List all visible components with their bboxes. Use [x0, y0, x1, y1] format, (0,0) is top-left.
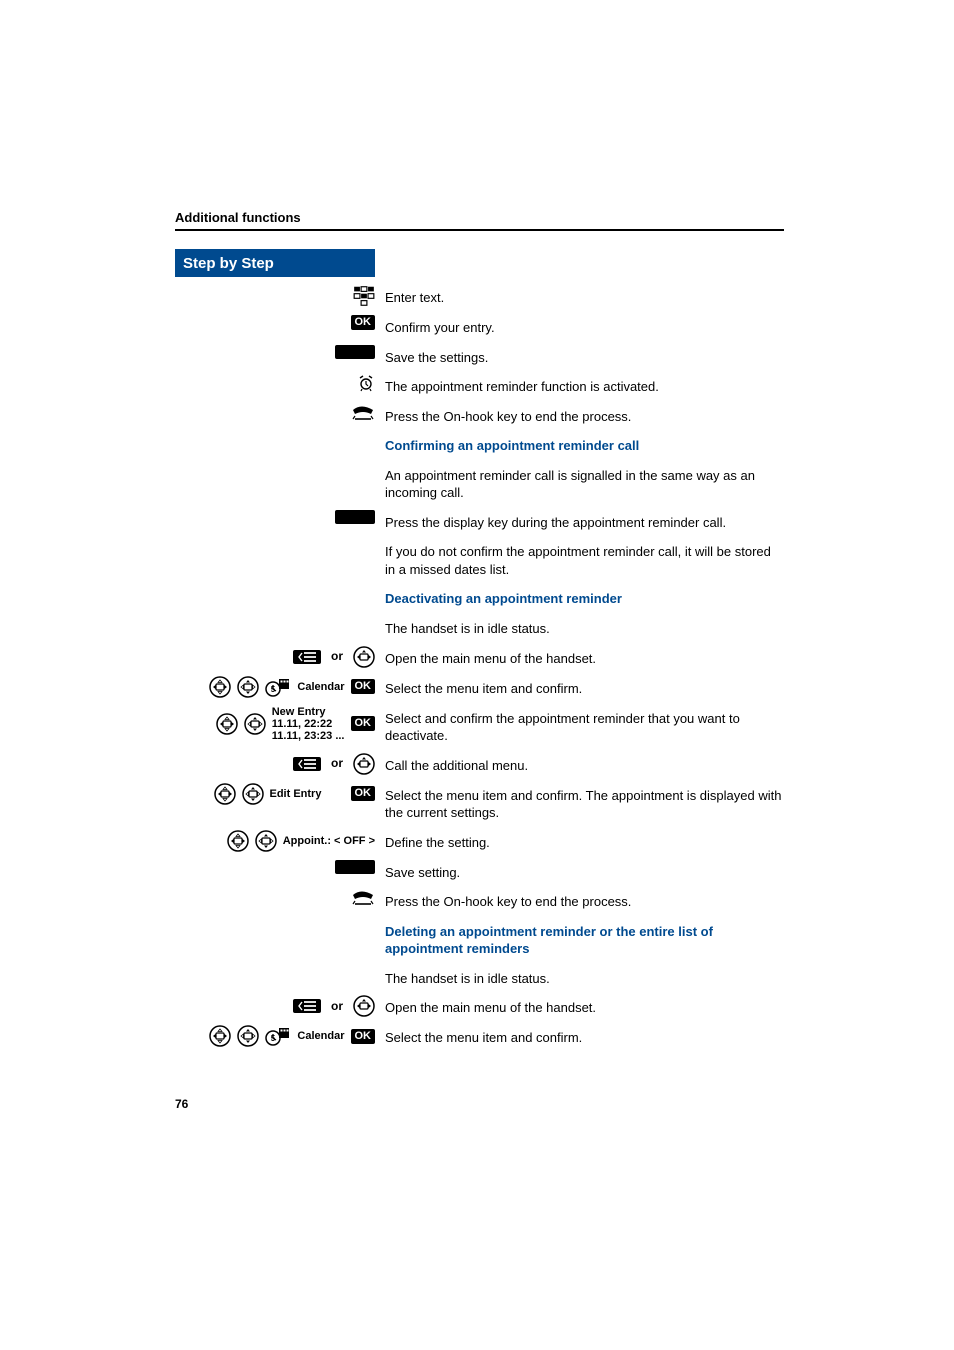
instruction-text: Press the On-hook key to end the process… [385, 404, 784, 426]
or-separator: or [331, 1000, 343, 1013]
nav-left-right-key[interactable] [209, 676, 231, 698]
instruction-text: If you do not confirm the appointment re… [385, 539, 784, 578]
ok-key[interactable]: OK [351, 315, 376, 330]
instruction-text: Confirm your entry. [385, 315, 784, 337]
nav-up-down-key[interactable] [237, 1025, 259, 1047]
menu-item-label: New Entry [272, 706, 345, 718]
instruction-text: Select and confirm the appointment remin… [385, 706, 784, 745]
menu-item-label: Edit Entry [270, 788, 345, 800]
instruction-text: Select the menu item and confirm. [385, 1025, 784, 1047]
menu-item-label: Appoint.: < OFF > [283, 835, 375, 847]
menu-item-label: Calendar [297, 1030, 344, 1042]
instruction-text: The handset is in idle status. [385, 966, 784, 988]
menu-item-label: 11.11, 23:23 ... [272, 730, 345, 742]
menu-item-label: 11.11, 22:22 [272, 718, 345, 730]
calendar-icon [265, 677, 291, 697]
keypad-icon [353, 285, 375, 307]
ok-key[interactable]: OK [351, 679, 376, 694]
section-heading: Confirming an appointment reminder call [385, 433, 784, 455]
display-key[interactable] [335, 860, 375, 874]
nav-left-right-key[interactable] [209, 1025, 231, 1047]
nav-center-key[interactable] [353, 995, 375, 1017]
instruction-text: Define the setting. [385, 830, 784, 852]
instruction-text: An appointment reminder call is signalle… [385, 463, 784, 502]
instruction-text: Save the settings. [385, 345, 784, 367]
ok-key[interactable]: OK [351, 716, 376, 731]
display-key[interactable] [335, 345, 375, 359]
step-by-step-heading: Step by Step [175, 249, 375, 277]
instruction-text: Open the main menu of the handset. [385, 995, 784, 1017]
instruction-text: Open the main menu of the handset. [385, 646, 784, 668]
header-divider [175, 229, 784, 231]
menu-item-label: Calendar [297, 681, 344, 693]
onhook-icon[interactable] [351, 889, 375, 907]
menu-key[interactable] [293, 757, 321, 771]
or-separator: or [331, 757, 343, 770]
alarm-icon [357, 374, 375, 392]
instruction-text: Save setting. [385, 860, 784, 882]
instruction-text: Select the menu item and confirm. [385, 676, 784, 698]
nav-up-down-key[interactable] [237, 676, 259, 698]
onhook-icon[interactable] [351, 404, 375, 422]
page-header: Additional functions [175, 210, 784, 225]
instruction-text: The handset is in idle status. [385, 616, 784, 638]
instruction-text: Press the display key during the appoint… [385, 510, 784, 532]
ok-key[interactable]: OK [351, 786, 376, 801]
or-separator: or [331, 650, 343, 663]
instruction-text: The appointment reminder function is act… [385, 374, 784, 396]
nav-left-right-key[interactable] [214, 783, 236, 805]
display-key[interactable] [335, 510, 375, 524]
nav-up-down-key[interactable] [244, 713, 266, 735]
nav-center-key[interactable] [353, 646, 375, 668]
nav-left-right-key[interactable] [216, 713, 238, 735]
section-heading: Deleting an appointment reminder or the … [385, 919, 784, 958]
nav-center-key[interactable] [353, 753, 375, 775]
ok-key[interactable]: OK [351, 1029, 376, 1044]
instruction-text: Select the menu item and confirm. The ap… [385, 783, 784, 822]
nav-left-right-key[interactable] [227, 830, 249, 852]
instruction-text: Enter text. [385, 285, 784, 307]
nav-up-down-key[interactable] [242, 783, 264, 805]
nav-up-down-key[interactable] [255, 830, 277, 852]
menu-key[interactable] [293, 999, 321, 1013]
page-number: 76 [175, 1097, 784, 1111]
instruction-text: Call the additional menu. [385, 753, 784, 775]
section-heading: Deactivating an appointment reminder [385, 586, 784, 608]
menu-key[interactable] [293, 650, 321, 664]
calendar-icon [265, 1026, 291, 1046]
instruction-text: Press the On-hook key to end the process… [385, 889, 784, 911]
